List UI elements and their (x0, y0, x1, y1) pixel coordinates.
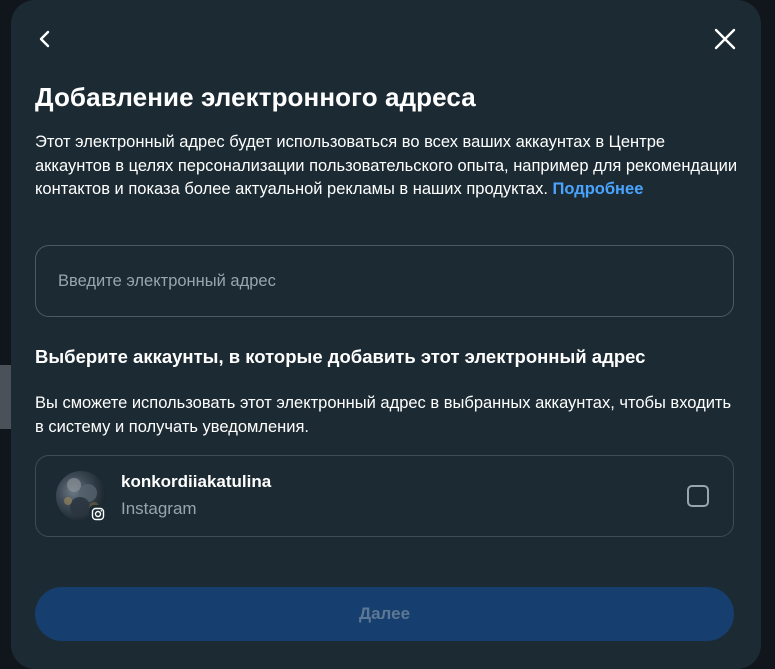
section-description: Вы сможете использовать этот электронный… (35, 394, 732, 436)
learn-more-link[interactable]: Подробнее (553, 180, 644, 198)
close-icon (714, 28, 736, 50)
back-button[interactable] (27, 21, 63, 57)
account-option[interactable]: konkordiiakatulina Instagram (35, 455, 734, 537)
dialog-title: Добавление электронного адреса (35, 82, 476, 112)
account-checkbox[interactable] (687, 485, 709, 507)
section-title: Выберите аккаунты, в которые добавить эт… (35, 346, 646, 367)
dialog-description: Этот электронный адрес будет использоват… (35, 131, 745, 202)
close-button[interactable] (707, 21, 743, 57)
add-email-dialog: Добавление электронного адреса Этот элек… (11, 0, 761, 669)
account-username: konkordiiakatulina (121, 472, 272, 491)
next-button[interactable]: Далее (35, 587, 734, 641)
email-field[interactable] (35, 245, 734, 317)
account-platform: Instagram (121, 499, 197, 518)
instagram-badge (89, 505, 107, 523)
email-input[interactable] (56, 270, 733, 292)
chevron-left-icon (39, 30, 50, 48)
instagram-icon (91, 507, 105, 521)
